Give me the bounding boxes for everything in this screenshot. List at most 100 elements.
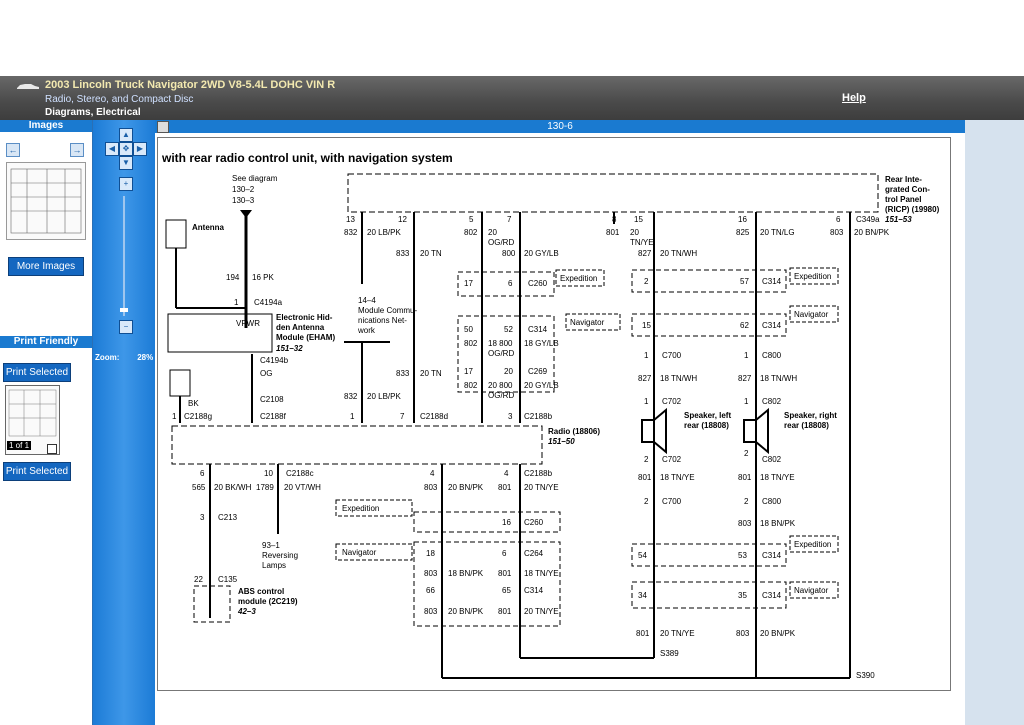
svg-text:802: 802: [464, 339, 478, 348]
svg-text:20: 20: [488, 228, 497, 237]
svg-text:C2188g: C2188g: [184, 412, 212, 421]
svg-text:151–50: 151–50: [548, 437, 575, 446]
svg-text:See diagram: See diagram: [232, 174, 278, 183]
svg-text:C213: C213: [218, 513, 238, 522]
viewer-header: 130-6: [155, 120, 965, 133]
next-image-arrow-icon[interactable]: →: [70, 143, 84, 157]
help-link[interactable]: Help: [842, 92, 866, 104]
svg-text:C264: C264: [524, 549, 544, 558]
zoom-label: Zoom: 28%: [95, 353, 154, 362]
prev-image-arrow-icon[interactable]: ←: [6, 143, 20, 157]
svg-text:151–53: 151–53: [885, 215, 912, 224]
svg-text:1: 1: [644, 351, 649, 360]
svg-text:C702: C702: [662, 397, 682, 406]
svg-text:TN/YE: TN/YE: [630, 238, 654, 247]
svg-text:work: work: [357, 326, 376, 335]
diagram-thumbnail[interactable]: [6, 162, 86, 240]
svg-text:18 800: 18 800: [488, 339, 513, 348]
svg-text:6: 6: [502, 549, 507, 558]
svg-text:Antenna: Antenna: [192, 223, 225, 232]
car-icon: [17, 84, 39, 89]
svg-text:Reversing: Reversing: [262, 551, 298, 560]
svg-text:Module Commu-: Module Commu-: [358, 306, 417, 315]
svg-text:1: 1: [744, 397, 749, 406]
svg-text:Electronic Hid-: Electronic Hid-: [276, 313, 333, 322]
svg-text:Speaker, left: Speaker, left: [684, 411, 731, 420]
print-select-checkbox[interactable]: [47, 444, 57, 454]
svg-text:16 PK: 16 PK: [252, 273, 274, 282]
images-sidebar: Images ← → More Images Print Friendly Pr…: [0, 120, 93, 725]
svg-text:C314: C314: [762, 591, 782, 600]
zoom-out-icon[interactable]: −: [119, 320, 133, 334]
svg-text:20 TN/LG: 20 TN/LG: [760, 228, 795, 237]
svg-text:C260: C260: [528, 279, 548, 288]
svg-text:15: 15: [634, 215, 643, 224]
vehicle-title: 2003 Lincoln Truck Navigator 2WD V8-5.4L…: [45, 79, 336, 91]
pan-left-icon[interactable]: ◀: [105, 142, 119, 156]
svg-text:35: 35: [738, 591, 747, 600]
svg-text:1: 1: [744, 351, 749, 360]
svg-text:Speaker, right: Speaker, right: [784, 411, 837, 420]
svg-text:832: 832: [344, 228, 358, 237]
svg-text:20: 20: [630, 228, 639, 237]
diagram-title: with rear radio control unit, with navig…: [161, 151, 453, 165]
svg-text:803: 803: [424, 607, 438, 616]
svg-text:18 TN/YE: 18 TN/YE: [760, 473, 795, 482]
svg-text:194: 194: [226, 273, 240, 282]
print-page-icon[interactable]: [157, 121, 169, 133]
section-subtitle[interactable]: Radio, Stereo, and Compact Disc: [45, 94, 193, 105]
svg-text:BK: BK: [188, 399, 199, 408]
svg-text:OG/RD: OG/RD: [488, 391, 514, 400]
svg-text:6: 6: [508, 279, 513, 288]
pan-up-icon[interactable]: ▲: [119, 128, 133, 142]
svg-text:20: 20: [504, 367, 513, 376]
svg-text:42–3: 42–3: [237, 607, 256, 616]
svg-text:565: 565: [192, 483, 206, 492]
zoom-slider-handle[interactable]: [120, 308, 128, 312]
svg-text:20 TN/YE: 20 TN/YE: [660, 629, 695, 638]
svg-text:50: 50: [464, 325, 473, 334]
svg-text:801: 801: [738, 473, 752, 482]
svg-text:OG/RD: OG/RD: [488, 238, 514, 247]
svg-text:20 BN/PK: 20 BN/PK: [760, 629, 796, 638]
zoom-slider-track[interactable]: [123, 196, 125, 316]
svg-text:5: 5: [469, 215, 474, 224]
svg-text:C314: C314: [762, 277, 782, 286]
svg-text:18: 18: [426, 549, 435, 558]
svg-text:C702: C702: [662, 455, 682, 464]
svg-text:20 BN/PK: 20 BN/PK: [854, 228, 890, 237]
svg-text:C802: C802: [762, 397, 782, 406]
diagram-viewer[interactable]: with rear radio control unit, with navig…: [155, 133, 965, 725]
svg-text:57: 57: [740, 277, 749, 286]
svg-text:ABS control: ABS control: [238, 587, 284, 596]
svg-text:20 800: 20 800: [488, 381, 513, 390]
svg-text:18 TN/WH: 18 TN/WH: [660, 374, 697, 383]
fit-center-icon[interactable]: ✥: [119, 142, 133, 156]
svg-text:18 TN/YE: 18 TN/YE: [660, 473, 695, 482]
svg-text:65: 65: [502, 586, 511, 595]
svg-text:20 BK/WH: 20 BK/WH: [214, 483, 252, 492]
svg-text:52: 52: [504, 325, 513, 334]
svg-text:4: 4: [504, 469, 509, 478]
svg-text:825: 825: [736, 228, 750, 237]
images-heading: Images: [0, 120, 92, 132]
svg-text:Navigator: Navigator: [794, 586, 829, 595]
svg-text:C314: C314: [762, 321, 782, 330]
svg-text:22: 22: [194, 575, 203, 584]
svg-text:801: 801: [498, 607, 512, 616]
svg-text:C2188d: C2188d: [420, 412, 448, 421]
pan-down-icon[interactable]: ▼: [119, 156, 133, 170]
print-selected-button-bottom[interactable]: Print Selected: [3, 462, 71, 481]
svg-text:54: 54: [638, 551, 647, 560]
svg-text:C800: C800: [762, 351, 782, 360]
pan-right-icon[interactable]: ▶: [133, 142, 147, 156]
svg-text:2: 2: [644, 277, 649, 286]
zoom-in-icon[interactable]: +: [119, 177, 133, 191]
print-selected-button-top[interactable]: Print Selected: [3, 363, 71, 382]
svg-text:7: 7: [507, 215, 512, 224]
svg-text:C314: C314: [524, 586, 544, 595]
svg-text:801: 801: [636, 629, 650, 638]
more-images-button[interactable]: More Images: [8, 257, 84, 276]
svg-text:C269: C269: [528, 367, 548, 376]
svg-text:16: 16: [502, 518, 511, 527]
